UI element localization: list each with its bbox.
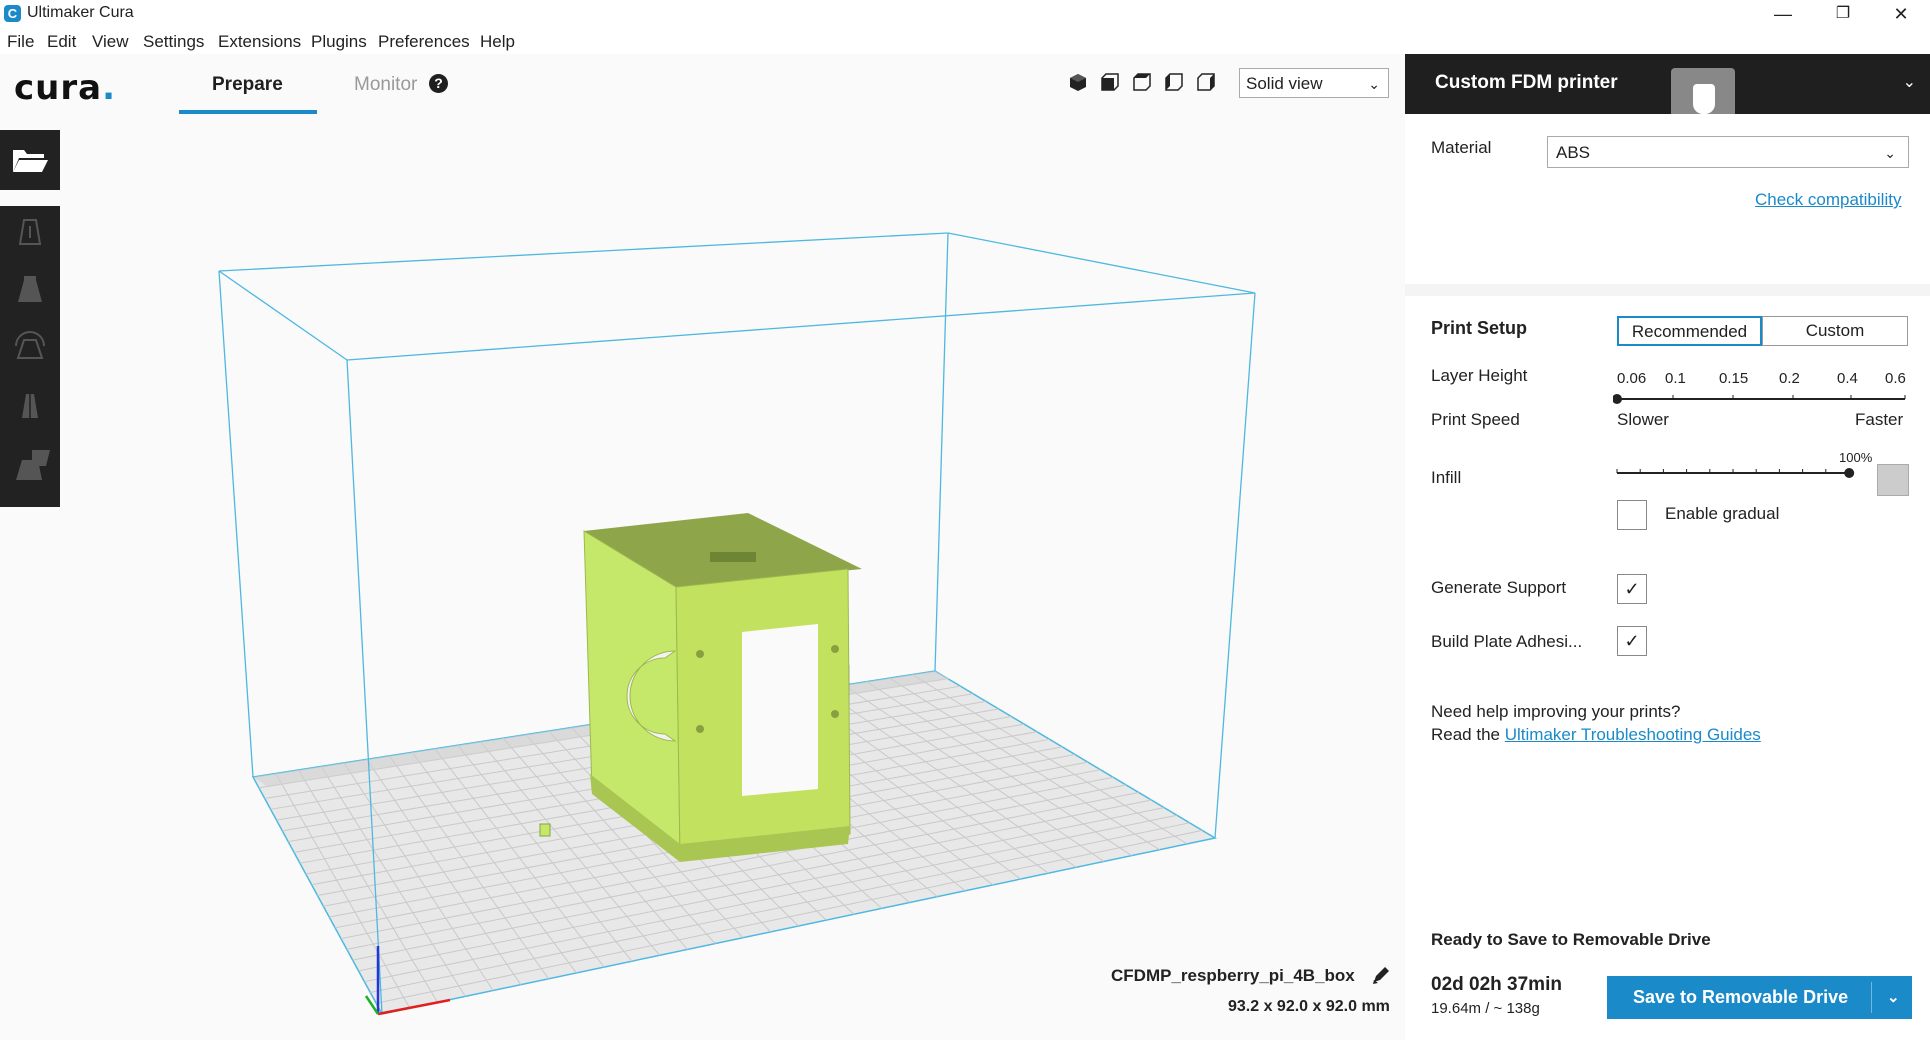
material-label: Material (1431, 138, 1492, 157)
chevron-down-icon: ⌄ (1884, 145, 1896, 161)
infill-value: 100% (1839, 450, 1873, 465)
chevron-down-icon: ⌄ (1902, 74, 1916, 91)
move-icon[interactable] (12, 214, 48, 250)
print-setup-title: Print Setup (1431, 318, 1528, 338)
infill-label: Infill (1431, 468, 1462, 487)
menu-help[interactable]: Help (480, 32, 515, 52)
model-box[interactable] (583, 513, 862, 862)
troubleshooting-guides-link[interactable]: Ultimaker Troubleshooting Guides (1505, 725, 1761, 744)
right-view-icon[interactable] (1196, 72, 1218, 94)
layer-height-tick: 0.06 (1617, 370, 1647, 387)
check-icon: ✓ (1624, 579, 1640, 599)
top-view-icon[interactable] (1132, 72, 1154, 94)
menu-settings[interactable]: Settings (143, 32, 204, 52)
check-compatibility-link[interactable]: Check compatibility (1755, 190, 1901, 210)
mirror-icon[interactable] (12, 388, 48, 424)
layer-height-tick: 0.2 (1779, 370, 1800, 387)
menu-plugins[interactable]: Plugins (311, 32, 367, 52)
speed-slower-label: Slower (1617, 410, 1669, 429)
print-time: 02d 02h 37min (1431, 974, 1562, 995)
build-plate-adhesion-label: Build Plate Adhesi... (1431, 632, 1583, 651)
3d-view-icon[interactable] (1068, 72, 1090, 94)
ready-status: Ready to Save to Removable Drive (1431, 930, 1711, 949)
printer-name: Custom FDM printer (1435, 72, 1618, 93)
pencil-icon[interactable] (1370, 964, 1392, 986)
infill-slider[interactable] (1613, 466, 1873, 480)
title-bar: C Ultimaker Cura — ❐ ✕ (0, 0, 1930, 28)
chevron-down-icon: ⌄ (1368, 76, 1380, 92)
material-value: ABS (1556, 143, 1591, 162)
material-section: Material ABS ⌄ Check compatibility (1405, 114, 1930, 284)
generate-support-checkbox[interactable]: ✓ (1617, 574, 1647, 604)
material-select[interactable]: ABS ⌄ (1547, 136, 1909, 168)
layer-height-handle (1613, 394, 1622, 404)
tab-prepare-indicator (179, 110, 317, 114)
menu-bar: File Edit View Settings Extensions Plugi… (0, 28, 1930, 54)
tab-prepare[interactable]: Prepare (212, 74, 283, 96)
menu-extensions[interactable]: Extensions (218, 32, 301, 52)
small-model[interactable] (539, 823, 551, 837)
front-view-icon[interactable] (1100, 72, 1122, 94)
generate-support-label: Generate Support (1431, 578, 1567, 597)
scale-icon[interactable] (12, 272, 48, 308)
menu-file[interactable]: File (7, 32, 34, 52)
help-text-line2: Read the Ultimaker Troubleshooting Guide… (1431, 725, 1761, 745)
minimize-button[interactable]: — (1760, 0, 1806, 28)
enable-gradual-checkbox[interactable] (1617, 500, 1647, 530)
layer-height-label: Layer Height (1431, 366, 1528, 385)
close-button[interactable]: ✕ (1878, 0, 1924, 28)
layer-height-tick: 0.15 (1719, 370, 1749, 387)
infill-handle (1844, 468, 1855, 478)
object-name: CFDMP_respberry_pi_4B_box (1111, 966, 1355, 985)
help-text-line1: Need help improving your prints? (1431, 702, 1681, 721)
menu-view[interactable]: View (92, 32, 129, 52)
material-usage: 19.64m / ~ 138g (1431, 1000, 1540, 1017)
build-scene[interactable] (0, 54, 1405, 1040)
object-dimensions: 93.2 x 92.0 x 92.0 mm (1228, 998, 1390, 1015)
mode-recommended-button[interactable]: Recommended (1617, 316, 1762, 346)
open-file-button[interactable] (0, 130, 60, 190)
support-blocker-icon[interactable] (12, 446, 50, 482)
button-separator (1871, 982, 1872, 1013)
folder-open-icon (13, 150, 48, 172)
enable-gradual-label: Enable gradual (1665, 504, 1780, 523)
save-button-label: Save to Removable Drive (1633, 987, 1849, 1007)
window-title: Ultimaker Cura (27, 4, 134, 21)
viewport[interactable]: cura. Prepare Monitor ? Solid view ⌄ CFD… (0, 54, 1405, 1040)
speed-faster-label: Faster (1855, 410, 1904, 429)
print-speed-label: Print Speed (1431, 410, 1520, 429)
layer-height-tick: 0.4 (1837, 370, 1858, 387)
cura-logo: cura. (14, 68, 116, 108)
check-icon: ✓ (1624, 631, 1640, 651)
save-to-removable-drive-button[interactable]: Save to Removable Drive ⌄ (1607, 976, 1912, 1019)
tool-panel (0, 206, 60, 507)
view-mode-select[interactable]: Solid view ⌄ (1239, 68, 1389, 98)
layer-height-slider[interactable] (1613, 392, 1913, 406)
mode-custom-button[interactable]: Custom (1762, 316, 1908, 346)
restore-button[interactable]: ❐ (1820, 0, 1866, 28)
print-setup-section: Print Setup Recommended Custom Layer Hei… (1405, 296, 1930, 954)
view-mode-value: Solid view (1246, 74, 1323, 93)
layer-height-tick: 0.1 (1665, 370, 1686, 387)
build-plate-adhesion-checkbox[interactable]: ✓ (1617, 626, 1647, 656)
menu-edit[interactable]: Edit (47, 32, 76, 52)
rotate-icon[interactable] (12, 330, 48, 366)
help-icon[interactable]: ? (429, 74, 448, 93)
chevron-down-icon[interactable]: ⌄ (1887, 976, 1900, 1019)
help-text-prefix: Read the (1431, 725, 1505, 744)
cura-app-icon: C (4, 5, 21, 22)
menu-preferences[interactable]: Preferences (378, 32, 470, 52)
tab-monitor[interactable]: Monitor (354, 74, 417, 96)
layer-height-tick: 0.6 (1885, 370, 1906, 387)
left-view-icon[interactable] (1164, 72, 1186, 94)
printer-selector[interactable]: Custom FDM printer ⌄ (1405, 54, 1930, 114)
infill-custom-box[interactable] (1877, 464, 1909, 496)
print-settings-panel: Custom FDM printer ⌄ Material ABS ⌄ Chec… (1405, 54, 1930, 1040)
